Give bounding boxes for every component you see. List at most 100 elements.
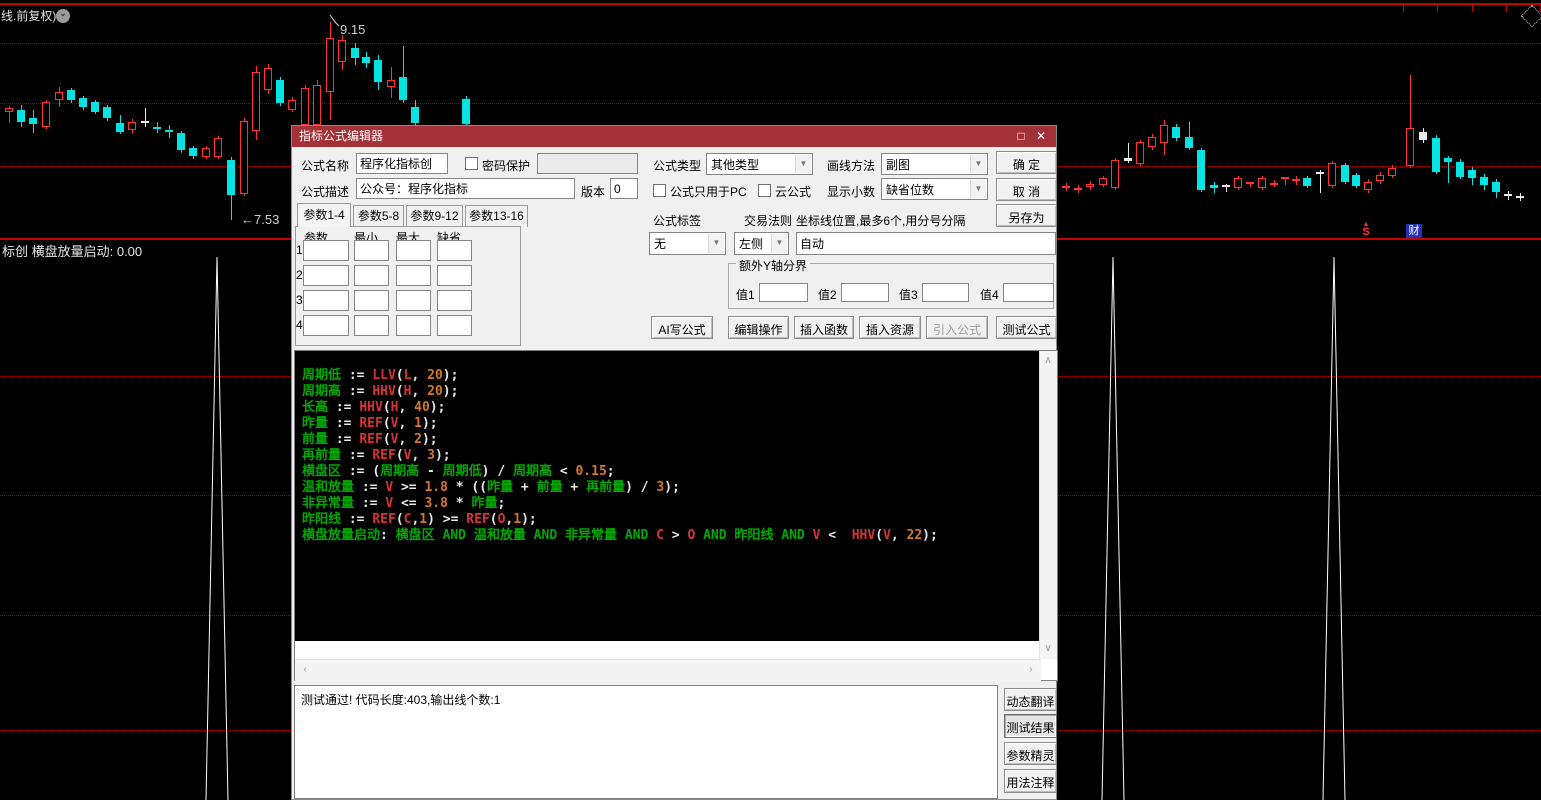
ai-write-formula-button[interactable]: AI写公式 — [651, 316, 713, 339]
formula-tag-select[interactable]: 无 ▼ — [649, 232, 726, 255]
candle-body — [1419, 132, 1427, 140]
ok-button[interactable]: 确 定 — [996, 151, 1057, 174]
tab-参数1-4[interactable]: 参数1-4 — [297, 203, 351, 227]
scroll-right-icon[interactable]: › — [1023, 662, 1039, 678]
candle-body — [177, 133, 185, 150]
candle-body — [240, 121, 248, 194]
param-input-r4c3[interactable] — [396, 315, 431, 336]
param-input-r2c4[interactable] — [437, 265, 472, 286]
test-result-button[interactable]: 测试结果 — [1004, 714, 1057, 738]
dropdown-arrow-icon[interactable]: ▼ — [708, 234, 724, 253]
code-line: 非异常量 := V <= 3.8 * 昨量; — [302, 496, 1040, 512]
candle-body — [1388, 168, 1396, 176]
usage-notes-button[interactable]: 用法注释 — [1004, 769, 1057, 793]
param-input-r4c4[interactable] — [437, 315, 472, 336]
maximize-icon[interactable]: □ — [1012, 126, 1030, 146]
candle-body — [399, 77, 407, 100]
extra-y-value-label-4: 值4 — [980, 286, 999, 303]
pc-only-label: 公式只用于PC — [670, 183, 747, 200]
dropdown-arrow-icon[interactable]: ▼ — [970, 180, 986, 198]
dialog-title-bar[interactable]: 指标公式编辑器 — [292, 126, 1056, 147]
formula-type-select[interactable]: 其他类型 ▼ — [706, 153, 813, 175]
param-input-r2c1[interactable] — [303, 265, 349, 286]
extra-y-value-input-4[interactable] — [1003, 283, 1054, 302]
candle-body — [227, 160, 235, 195]
password-input[interactable] — [537, 153, 638, 174]
password-protect-checkbox[interactable] — [465, 157, 478, 170]
save-as-button[interactable]: 另存为 — [996, 204, 1057, 227]
param-wizard-button[interactable]: 参数精灵 — [1004, 742, 1057, 765]
candle-body — [387, 80, 395, 87]
tab-参数9-12[interactable]: 参数9-12 — [406, 205, 463, 227]
param-input-r3c1[interactable] — [303, 290, 349, 311]
scroll-left-icon[interactable]: ‹ — [297, 662, 313, 678]
candle-body — [1516, 196, 1524, 198]
formula-desc-input[interactable] — [356, 178, 575, 199]
chevron-down-icon[interactable]: ⌄ — [56, 9, 70, 23]
news-badge[interactable]: 财 — [1406, 224, 1422, 238]
candle-body — [1492, 182, 1500, 192]
time-axis-tick — [1437, 5, 1438, 12]
formula-name-input[interactable] — [356, 153, 448, 174]
code-editor[interactable]: 周期低 := LLV(L, 20);周期高 := HHV(H, 20);长高 :… — [294, 350, 1058, 681]
coord-line-input[interactable] — [796, 232, 1056, 255]
scroll-down-icon[interactable]: ∨ — [1040, 641, 1056, 657]
code-line: 周期低 := LLV(L, 20); — [302, 368, 1040, 384]
decimals-value: 缺省位数 — [886, 181, 934, 198]
horizontal-scrollbar[interactable]: ‹ › — [295, 659, 1041, 681]
dropdown-arrow-icon[interactable]: ▼ — [795, 155, 811, 173]
extra-y-label: 额外Y轴分界 — [736, 257, 810, 274]
close-icon[interactable]: ✕ — [1032, 126, 1050, 146]
import-formula-button[interactable]: 引入公式 — [926, 316, 988, 339]
param-input-r3c2[interactable] — [354, 290, 389, 311]
pc-only-checkbox[interactable] — [653, 184, 666, 197]
candle-body — [351, 48, 359, 58]
param-input-r2c3[interactable] — [396, 265, 431, 286]
candle-body — [1303, 178, 1311, 186]
candle-body — [202, 148, 210, 157]
formula-tag-value: 无 — [654, 235, 666, 252]
tab-参数13-16[interactable]: 参数13-16 — [465, 205, 528, 227]
insert-resource-button[interactable]: 插入资源 — [859, 316, 921, 339]
param-input-r4c2[interactable] — [354, 315, 389, 336]
param-input-r1c3[interactable] — [396, 240, 431, 261]
scroll-up-icon[interactable]: ∧ — [1040, 353, 1056, 369]
edit-ops-button[interactable]: 编辑操作 — [728, 316, 789, 339]
draw-method-select[interactable]: 副图 ▼ — [881, 153, 988, 175]
param-input-r1c4[interactable] — [437, 240, 472, 261]
dropdown-arrow-icon[interactable]: ▼ — [970, 155, 986, 173]
chart-period-label: 线.前复权) — [1, 7, 56, 24]
param-input-r3c3[interactable] — [396, 290, 431, 311]
dropdown-arrow-icon[interactable]: ▼ — [771, 234, 787, 253]
trade-rule-select[interactable]: 左侧 ▼ — [734, 232, 789, 255]
candle-body — [17, 110, 25, 122]
extra-y-value-input-1[interactable] — [759, 283, 808, 302]
candle-body — [362, 57, 370, 63]
test-formula-button[interactable]: 测试公式 — [996, 316, 1057, 339]
diamond-marker-icon — [1521, 5, 1541, 28]
extra-y-value-input-2[interactable] — [841, 283, 889, 302]
candle-body — [1292, 179, 1300, 181]
param-input-r1c2[interactable] — [354, 240, 389, 261]
param-input-r4c1[interactable] — [303, 315, 349, 336]
decimals-select[interactable]: 缺省位数 ▼ — [881, 178, 988, 200]
param-input-r3c4[interactable] — [437, 290, 472, 311]
version-input[interactable] — [610, 178, 638, 199]
cloud-formula-checkbox[interactable] — [758, 184, 771, 197]
param-input-r1c1[interactable] — [303, 240, 349, 261]
formula-type-value: 其他类型 — [711, 156, 759, 173]
tab-参数5-8[interactable]: 参数5-8 — [353, 205, 404, 227]
param-input-r2c2[interactable] — [354, 265, 389, 286]
extra-y-value-input-3[interactable] — [922, 283, 969, 302]
candle-body — [276, 80, 284, 103]
cancel-button[interactable]: 取 消 — [996, 178, 1057, 201]
candle-body — [1074, 188, 1082, 190]
candle-body — [165, 130, 173, 132]
candle-body — [1281, 177, 1289, 179]
password-protect-label: 密码保护 — [482, 157, 530, 174]
code-area[interactable]: 周期低 := LLV(L, 20);周期高 := HHV(H, 20);长高 :… — [295, 351, 1040, 641]
dynamic-translate-button[interactable]: 动态翻译 — [1004, 688, 1057, 711]
candle-body — [264, 68, 272, 90]
vertical-scrollbar[interactable]: ∧ ∨ — [1039, 351, 1057, 659]
insert-function-button[interactable]: 插入函数 — [794, 316, 854, 339]
